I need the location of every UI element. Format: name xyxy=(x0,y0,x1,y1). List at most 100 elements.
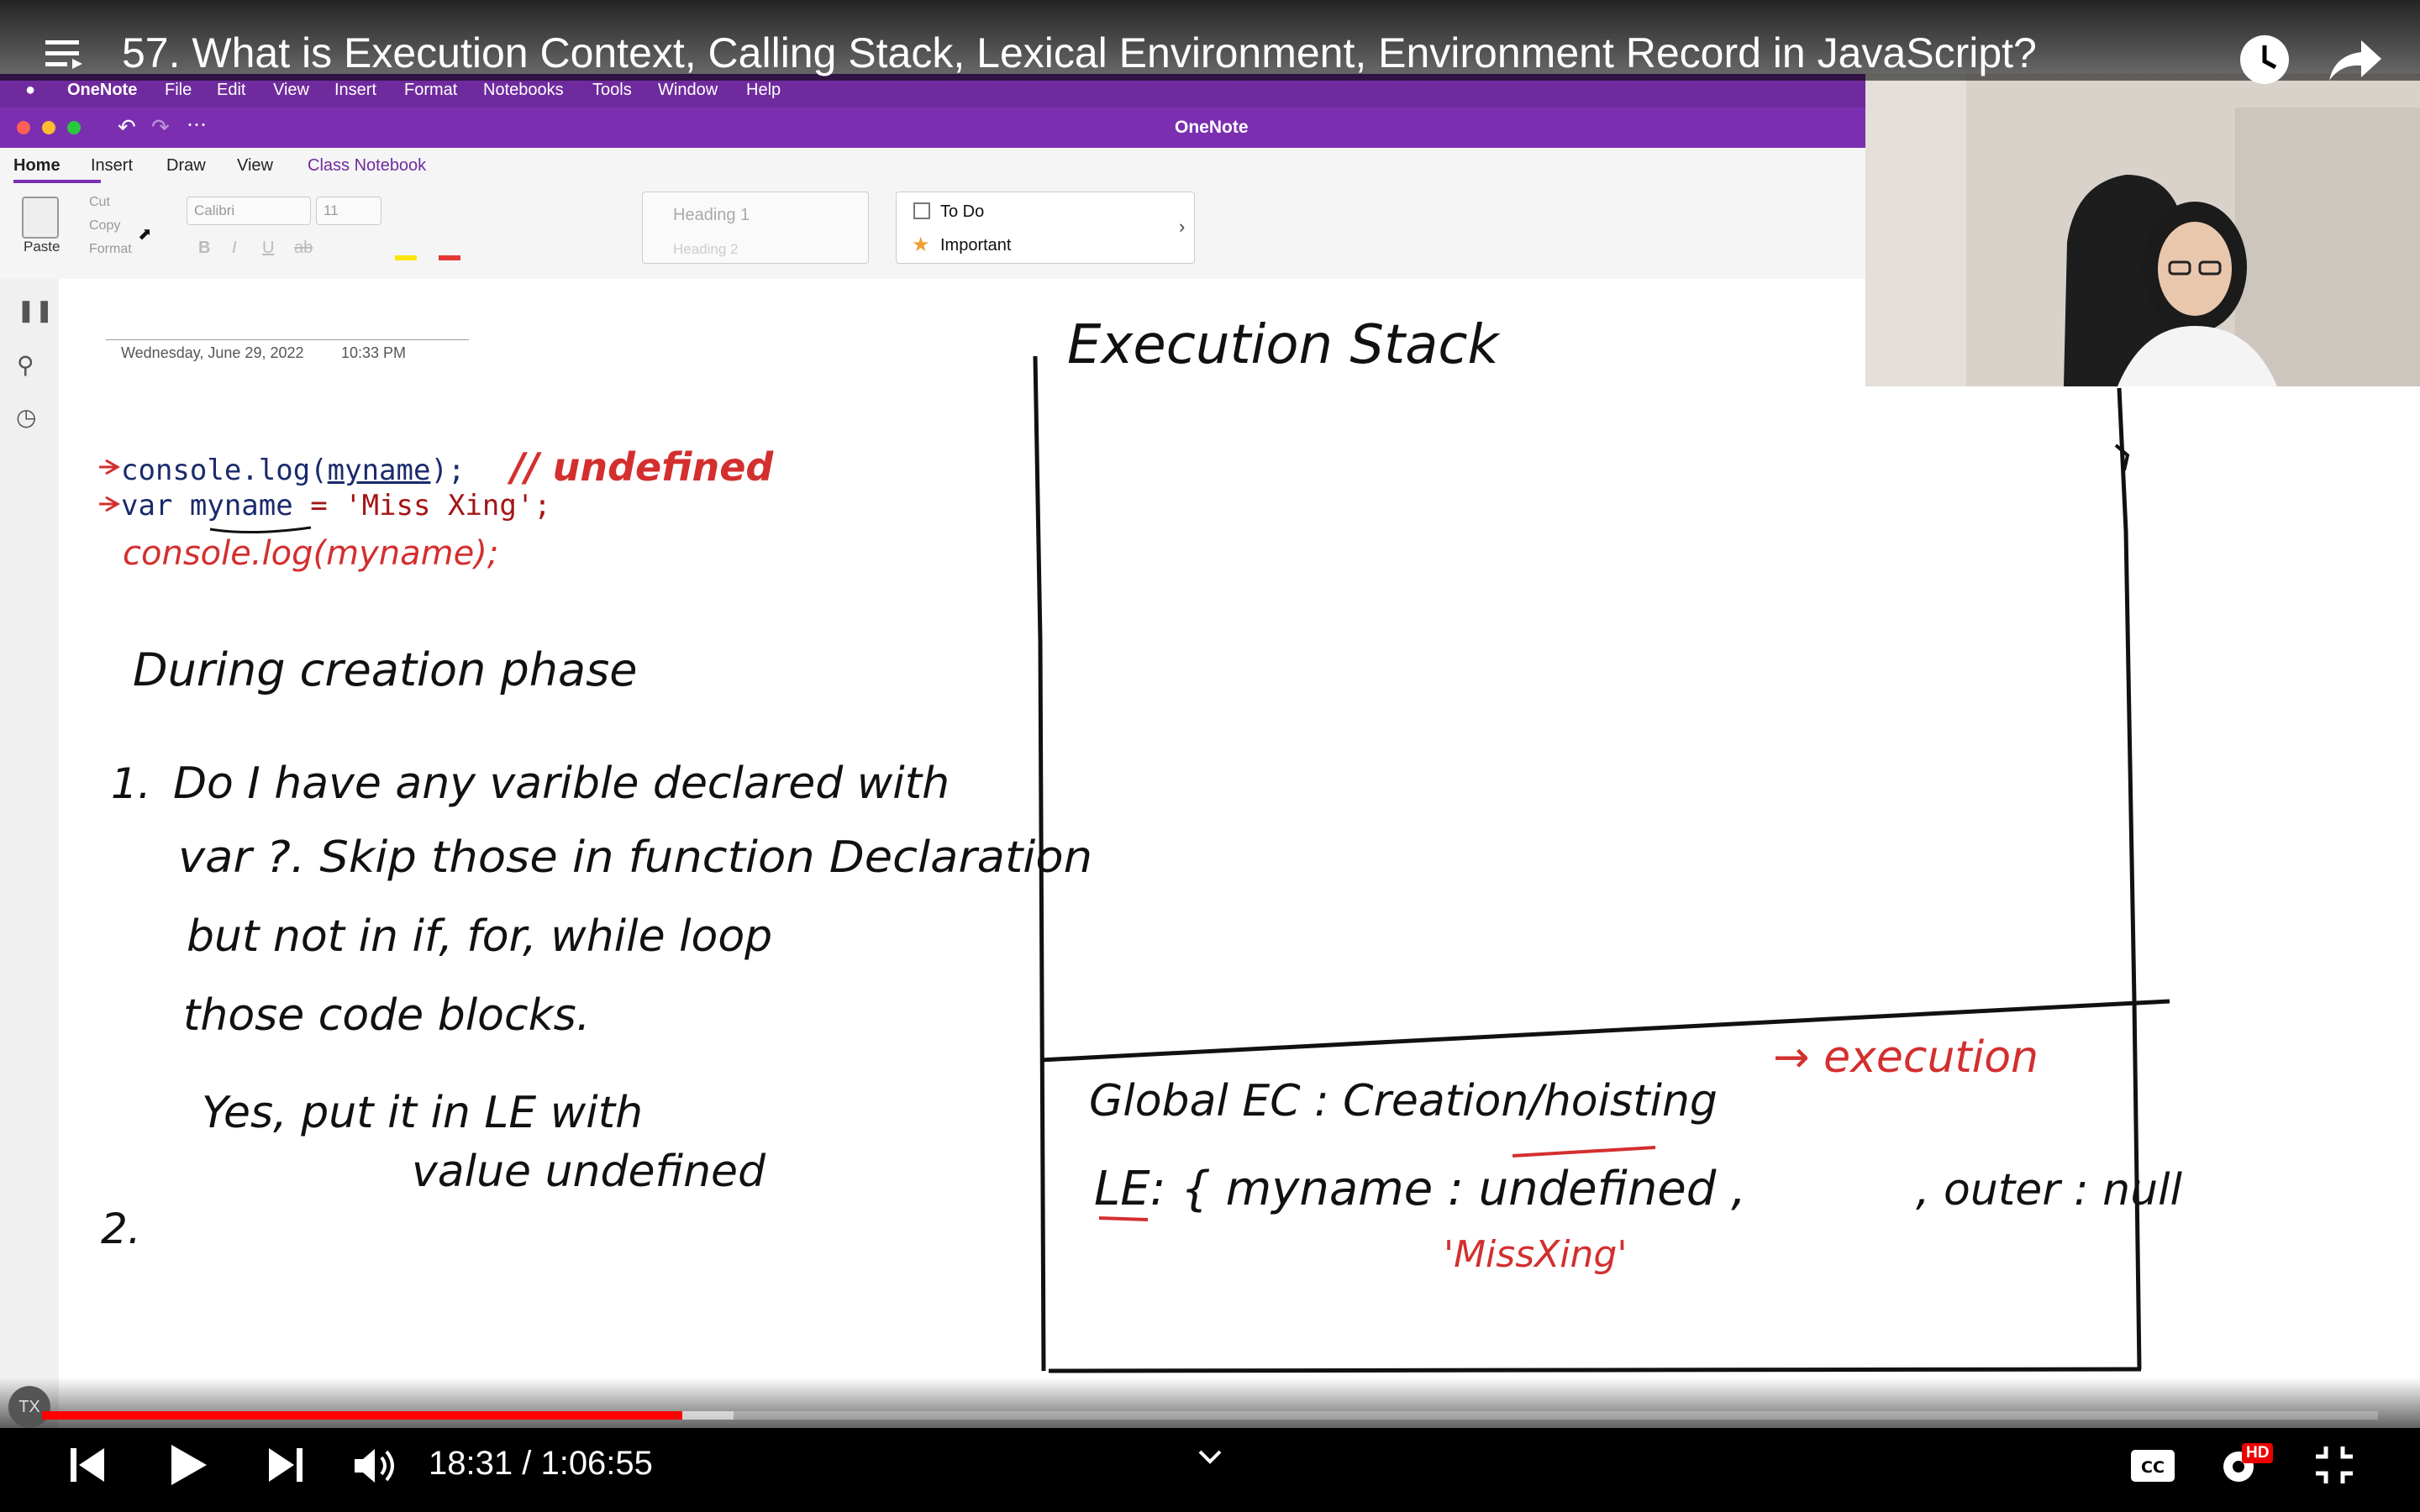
ink-layer: // undefined console.log(myname); During… xyxy=(99,314,2183,1373)
ink-item1-line4: those code blocks. xyxy=(183,990,590,1041)
clipboard-icon[interactable] xyxy=(22,197,59,239)
tag-todo[interactable]: To Do xyxy=(940,202,984,222)
redo-icon[interactable]: ↷ xyxy=(151,114,170,140)
note-canvas[interactable]: Wednesday, June 29, 2022 10:33 PM consol… xyxy=(59,279,2420,1438)
style-heading1[interactable]: Heading 1 xyxy=(673,206,750,225)
video-title[interactable]: 57. What is Execution Context, Calling S… xyxy=(122,29,2037,77)
ink-item1-number: 1. xyxy=(111,759,151,808)
previous-icon[interactable] xyxy=(71,1446,106,1488)
webcam-overlay xyxy=(1865,74,2420,386)
ink-le-line: LE: { myname : undefined , xyxy=(1094,1162,1746,1216)
menu-file[interactable]: File xyxy=(165,81,192,100)
ink-creation-phase: During creation phase xyxy=(133,643,637,696)
le-red-underline xyxy=(1098,1216,1149,1221)
active-tab-indicator xyxy=(13,180,101,183)
font-size-select[interactable]: 11 xyxy=(316,197,381,225)
tab-view[interactable]: View xyxy=(237,156,273,176)
copy-button[interactable]: Copy xyxy=(89,218,120,234)
svg-text:CC: CC xyxy=(2141,1458,2165,1477)
progress-played xyxy=(42,1411,682,1420)
mouse-cursor-icon: ⬈ xyxy=(138,225,152,244)
volume-icon[interactable] xyxy=(353,1446,400,1489)
undefined-strike xyxy=(1512,1146,1656,1158)
avatar[interactable]: TX xyxy=(8,1386,50,1428)
watch-later-icon[interactable] xyxy=(2238,34,2291,90)
duration: 1:06:55 xyxy=(540,1445,653,1482)
tab-insert[interactable]: Insert xyxy=(91,156,133,176)
undo-icon[interactable]: ↶ xyxy=(118,114,136,140)
font-name-select[interactable]: Calibri xyxy=(187,197,311,225)
play-icon[interactable] xyxy=(170,1443,208,1491)
ink-item1-line5: Yes, put it in LE with xyxy=(202,1088,643,1138)
strikethrough-button[interactable]: ab xyxy=(294,239,313,258)
ink-item1-line6: value undefined xyxy=(412,1147,766,1197)
search-icon[interactable]: ⚲ xyxy=(17,351,34,379)
exit-fullscreen-icon[interactable] xyxy=(2314,1445,2354,1489)
current-time: 18:31 xyxy=(429,1445,513,1482)
red-arrow-2 xyxy=(99,496,121,512)
recent-notes-icon[interactable]: ◷ xyxy=(16,403,36,431)
ink-global-ec: Global EC : Creation/hoisting xyxy=(1089,1076,1718,1126)
ink-stack-title: Execution Stack xyxy=(1067,314,1502,376)
style-heading2[interactable]: Heading 2 xyxy=(673,241,739,258)
close-window-button[interactable] xyxy=(17,121,30,134)
format-painter-button[interactable]: Format xyxy=(89,242,132,257)
more-icon[interactable]: ⋯ xyxy=(187,113,207,137)
menu-format[interactable]: Format xyxy=(404,81,457,100)
styles-gallery[interactable]: Heading 1 Heading 2 xyxy=(642,192,869,264)
minimize-window-button[interactable] xyxy=(42,121,55,134)
stack-right-wall xyxy=(2117,387,2142,1370)
ink-item1-line1: Do I have any varible declared with xyxy=(173,759,950,809)
playlist-menu-icon[interactable] xyxy=(45,39,84,73)
star-icon: ★ xyxy=(912,234,930,256)
ink-missxing: 'MissXing' xyxy=(1444,1233,1627,1276)
tab-home[interactable]: Home xyxy=(13,156,60,176)
menu-tools[interactable]: Tools xyxy=(592,81,632,100)
chevron-right-icon[interactable]: › xyxy=(1179,216,1185,238)
share-icon[interactable] xyxy=(2328,39,2383,87)
menu-edit[interactable]: Edit xyxy=(217,81,245,100)
ink-item1-line2: var ?. Skip those in function Declaratio… xyxy=(178,832,1092,883)
underline-button[interactable]: U xyxy=(262,239,274,258)
ink-item1-line3: but not in if, for, while loop xyxy=(187,911,772,962)
font-name-value: Calibri xyxy=(194,202,235,218)
highlight-color-icon[interactable] xyxy=(395,255,417,260)
next-icon[interactable] xyxy=(267,1446,302,1488)
ink-arrow-execution: → execution xyxy=(1773,1032,2039,1083)
checkbox-icon xyxy=(913,202,930,219)
menu-help[interactable]: Help xyxy=(746,81,781,100)
window-title: OneNote xyxy=(1175,118,1249,137)
ink-item2-number: 2. xyxy=(101,1205,141,1253)
tab-draw[interactable]: Draw xyxy=(166,156,206,176)
notebooks-icon[interactable]: ❚❚ xyxy=(17,297,54,323)
cut-button[interactable]: Cut xyxy=(89,195,110,210)
ink-comment-undefined: // undefined xyxy=(507,444,774,490)
tags-gallery[interactable]: To Do Important ★ › xyxy=(896,192,1195,264)
progress-bar[interactable] xyxy=(42,1411,2378,1420)
myname-ink-underline xyxy=(209,526,312,534)
font-size-value: 11 xyxy=(324,202,339,218)
font-color-icon[interactable] xyxy=(439,255,460,260)
chevron-down-icon[interactable] xyxy=(1198,1450,1222,1469)
tab-class-notebook[interactable]: Class Notebook xyxy=(308,156,426,176)
left-navigation-rail: ❚❚ ⚲ ◷ xyxy=(0,279,60,1438)
menu-view[interactable]: View xyxy=(273,81,309,100)
captions-icon[interactable]: CC xyxy=(2129,1448,2176,1488)
bold-button[interactable]: B xyxy=(198,239,210,258)
menu-notebooks[interactable]: Notebooks xyxy=(483,81,564,100)
paste-button[interactable]: Paste xyxy=(24,239,60,255)
time-separator: / xyxy=(513,1445,541,1482)
menu-window[interactable]: Window xyxy=(658,81,718,100)
menu-insert[interactable]: Insert xyxy=(334,81,376,100)
zoom-window-button[interactable] xyxy=(67,121,81,134)
menu-app-name[interactable]: OneNote xyxy=(67,81,137,100)
tag-important[interactable]: Important xyxy=(940,236,1011,255)
red-arrow-1 xyxy=(99,459,121,475)
italic-button[interactable]: I xyxy=(232,239,237,258)
hd-badge: HD xyxy=(2242,1443,2274,1463)
presenter-image xyxy=(1865,74,2420,386)
ink-red-console-log: console.log(myname); xyxy=(123,534,498,573)
apple-icon[interactable]: ● xyxy=(25,81,35,100)
time-display: 18:31 / 1:06:55 xyxy=(429,1445,653,1483)
stack-bottom xyxy=(1048,1367,2142,1373)
